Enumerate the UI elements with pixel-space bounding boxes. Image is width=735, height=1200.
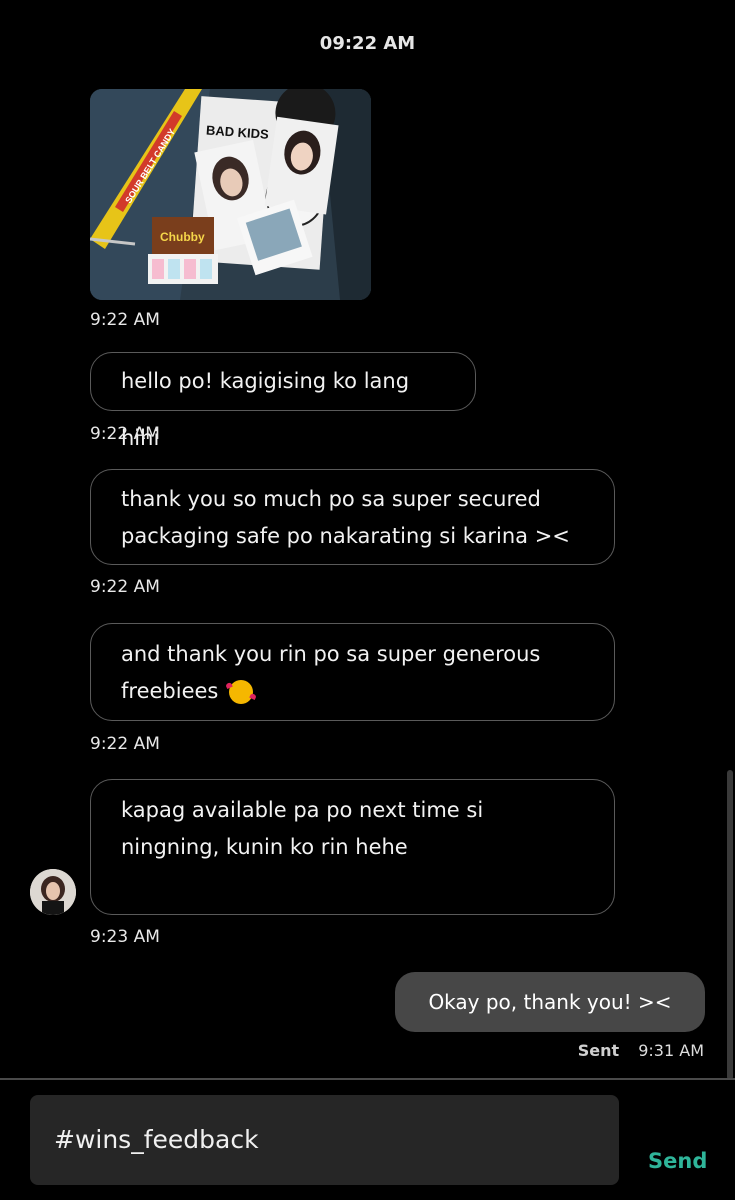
message-timestamp: 9:22 AM xyxy=(90,734,160,754)
shared-photo[interactable]: SOUR BELT CANDY BAD KIDS Chubby xyxy=(90,89,371,300)
chat-header-time: 09:22 AM xyxy=(319,33,416,54)
message-timestamp: 9:22 AM xyxy=(90,424,160,444)
message-input[interactable]: #wins_feedback xyxy=(30,1095,619,1185)
composer-divider xyxy=(0,1078,735,1080)
delivery-status: Sent 9:31 AM xyxy=(578,1041,704,1060)
outgoing-message-bubble: Okay po, thank you! >< xyxy=(395,972,705,1032)
avatar-portrait xyxy=(30,869,76,915)
sent-status-label: Sent xyxy=(577,1041,620,1060)
message-timestamp: 9:22 AM xyxy=(90,310,160,330)
message-timestamp: 9:22 AM xyxy=(90,577,160,597)
message-text: and thank you rin po sa super generous f… xyxy=(121,642,541,703)
message-text: Okay po, thank you! >< xyxy=(428,990,672,1014)
message-timestamp: 9:23 AM xyxy=(90,927,160,947)
incoming-message-bubble: and thank you rin po sa super generous f… xyxy=(90,623,615,721)
incoming-message-bubble: kapag available pa po next time si ningn… xyxy=(90,779,615,915)
incoming-message-bubble: thank you so much po sa super secured pa… xyxy=(90,469,615,565)
message-input-value: #wins_feedback xyxy=(54,1125,259,1154)
photo-illustration: SOUR BELT CANDY BAD KIDS Chubby xyxy=(90,89,371,300)
message-text: kapag available pa po next time si ningn… xyxy=(121,798,484,859)
message-timestamp: 9:31 AM xyxy=(638,1041,704,1060)
sender-avatar[interactable] xyxy=(30,869,76,915)
message-text: thank you so much po sa super secured pa… xyxy=(121,487,570,548)
message-text: hello po! kagigising ko lang hihi xyxy=(121,369,410,450)
incoming-message-bubble: hello po! kagigising ko lang hihi xyxy=(90,352,476,450)
scrollbar[interactable] xyxy=(727,770,733,1080)
smiling-face-with-hearts-icon xyxy=(229,680,254,704)
chocolate-label: Chubby xyxy=(160,230,205,244)
send-button[interactable]: Send xyxy=(648,1149,707,1173)
